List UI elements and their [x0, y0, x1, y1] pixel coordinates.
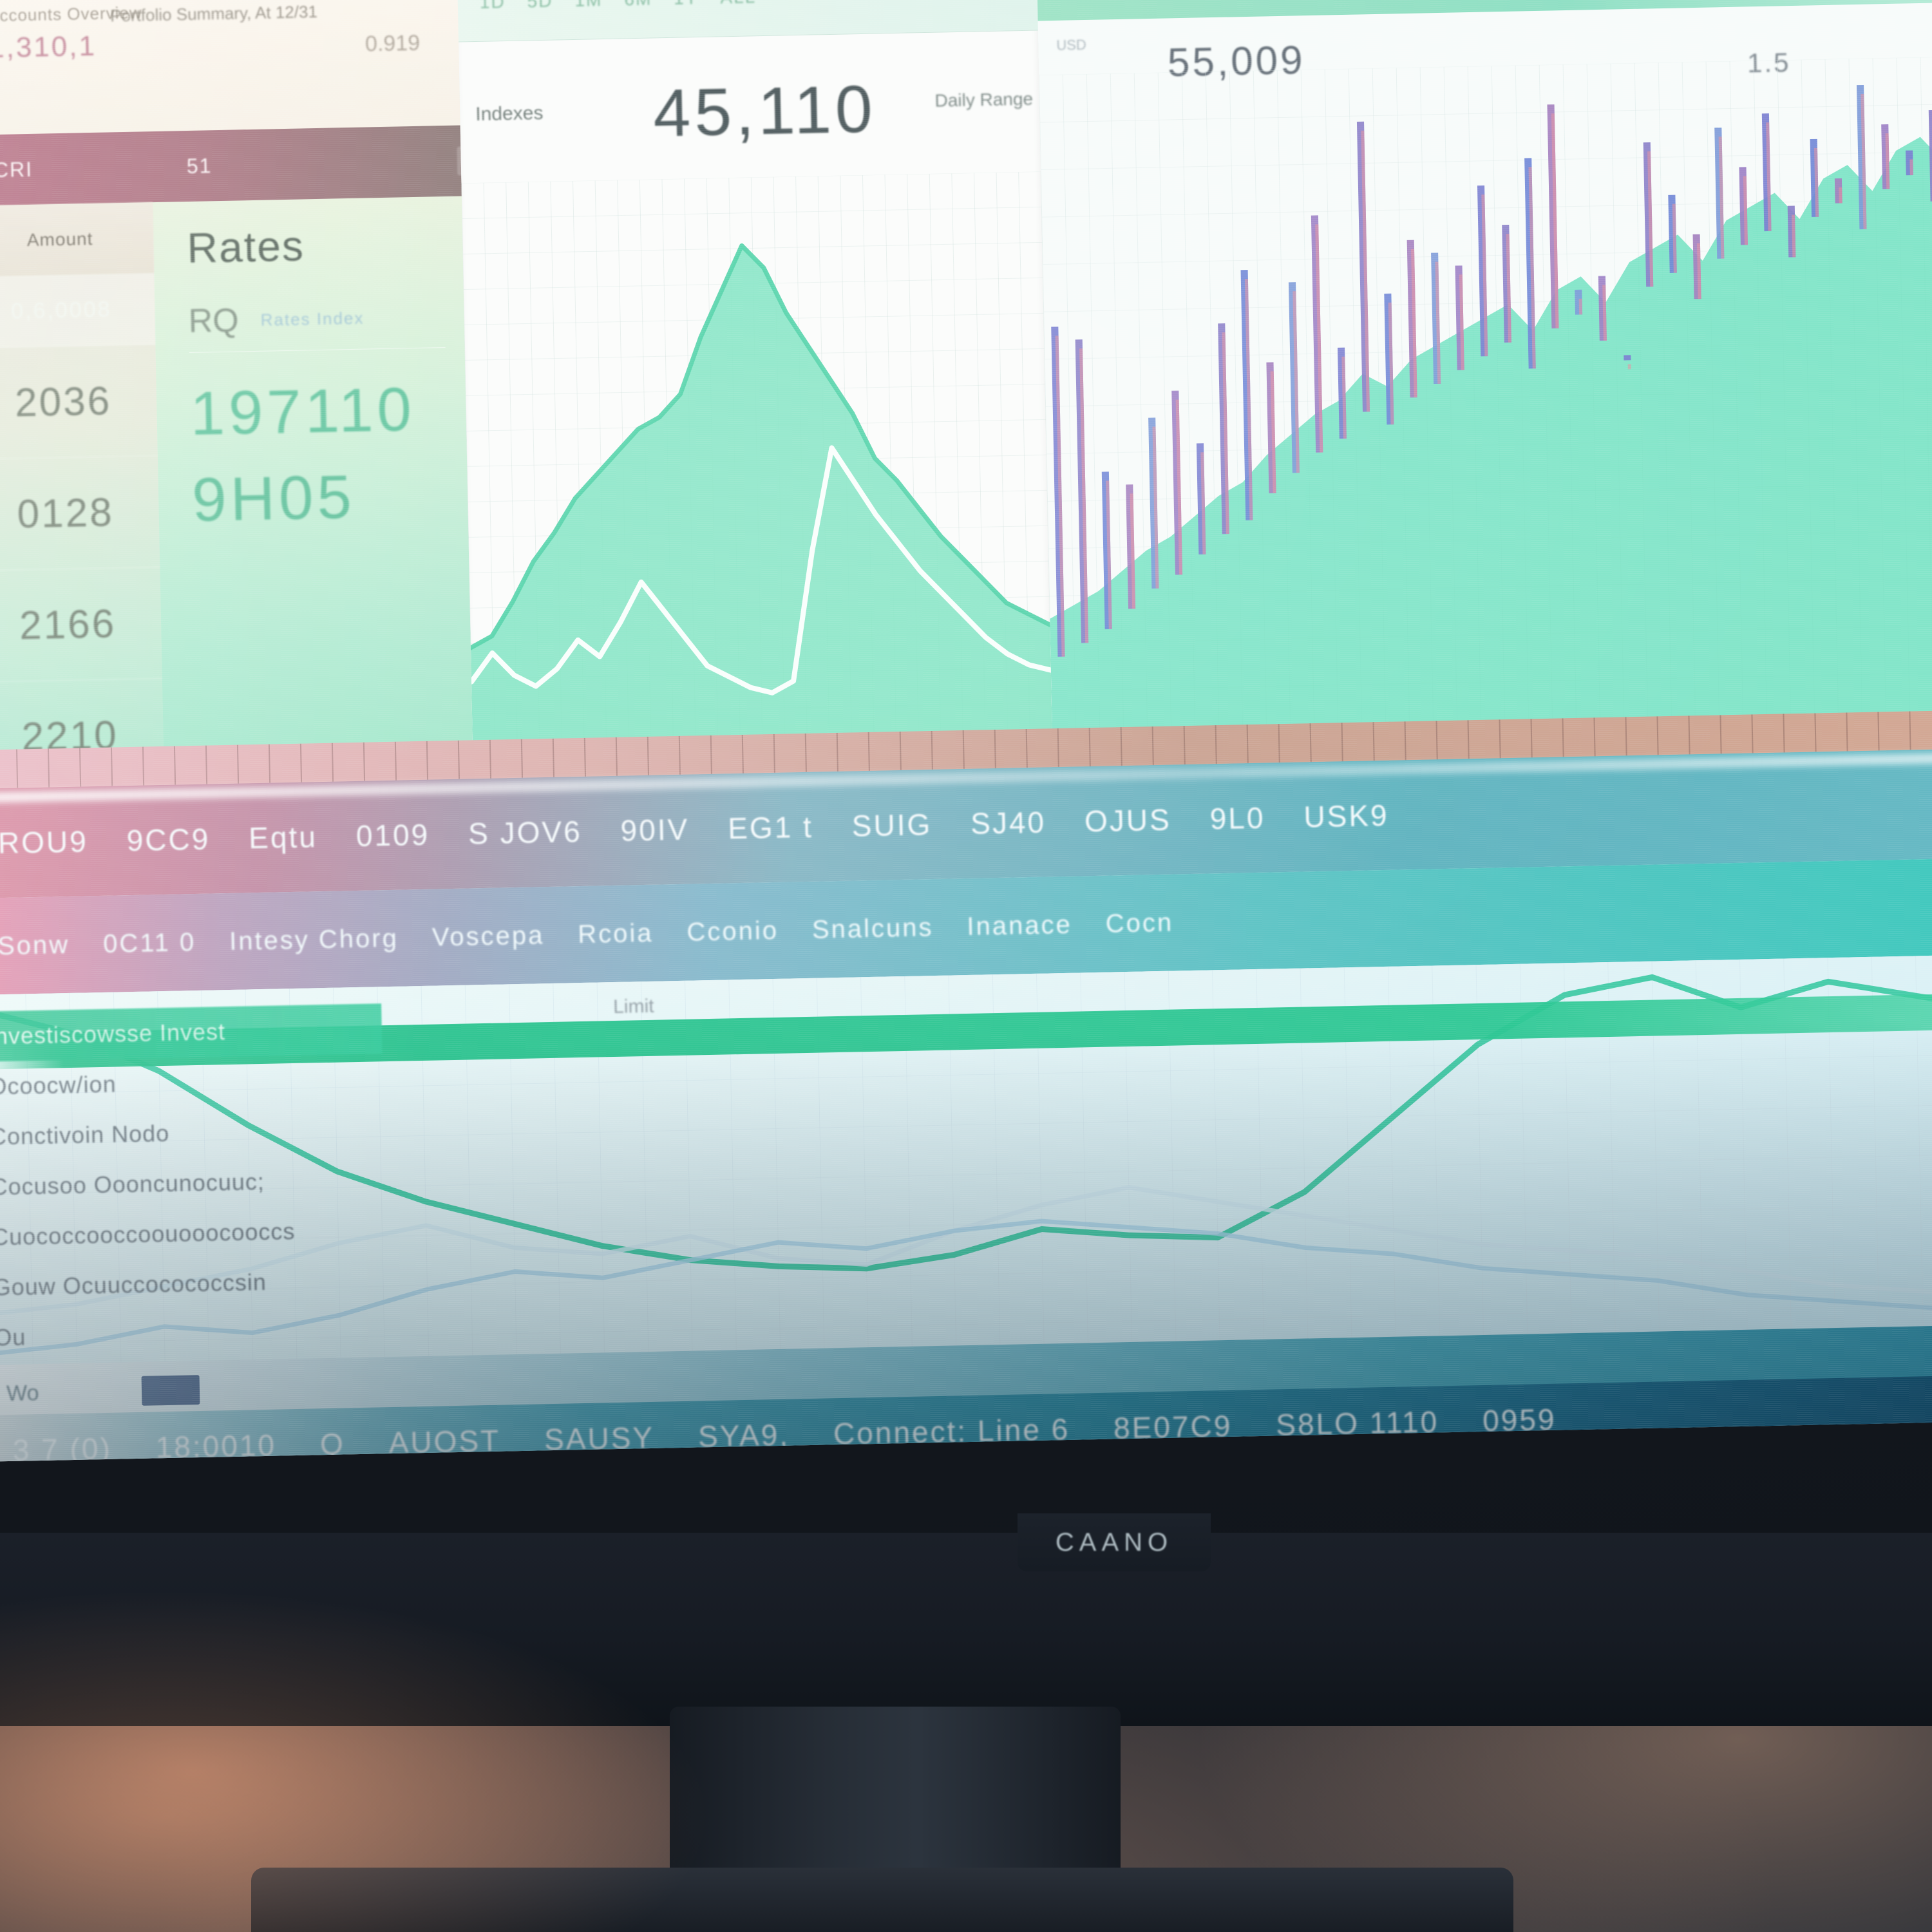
index-area-chart	[461, 171, 1052, 750]
tab-range[interactable]: 1Y	[674, 0, 699, 9]
subnav-item-9[interactable]: Cocn	[1088, 908, 1190, 939]
goal-bar-col2: 51	[186, 153, 213, 178]
list-item[interactable]: Ocoocw/ion	[0, 1054, 383, 1112]
subnav-item-2[interactable]: 0C11 0	[86, 927, 213, 959]
volume-tag: USD	[1056, 36, 1087, 53]
list-item[interactable]: Ou	[0, 1305, 388, 1363]
volume-bar-chart	[1039, 55, 1932, 739]
tab-range[interactable]: 6M	[624, 0, 652, 10]
index-metric-value: 45,110	[652, 71, 877, 151]
status-chip	[141, 1375, 200, 1406]
trend-comparison-panel: Investiscowsse Invest Ocoocw/ion Conctivoi…	[0, 954, 1932, 1394]
nav-item-9[interactable]: SJ40	[951, 804, 1066, 842]
nav-item-5[interactable]: S JOV6	[449, 813, 602, 851]
subnav-item-1[interactable]: Sonw	[0, 930, 87, 961]
dashboard-top-row: Accounts Overview Portfolio Summary, At …	[0, 0, 1932, 844]
subnav-item-6[interactable]: Cconio	[670, 916, 795, 947]
nav-item-4[interactable]: 0109	[336, 817, 449, 853]
trend-list[interactable]: Investiscowsse Invest Ocoocw/ion Conctivoi…	[0, 1003, 388, 1363]
range-tabs[interactable]: 1D 5D 1M 6M 1Y ALL	[457, 0, 1037, 14]
nav-item-2[interactable]: 9CC9	[107, 821, 230, 858]
nav-item-10[interactable]: OJUS	[1065, 802, 1191, 839]
list-item[interactable]: Gouw Ocuuccocococcsin	[0, 1255, 387, 1312]
brand-logo-text: CAANO	[1055, 1528, 1173, 1557]
nav-item-3[interactable]: Eqtu	[229, 819, 337, 856]
photo-scene: Accounts Overview Portfolio Summary, At …	[0, 0, 1932, 1932]
rates-heading: Rates	[186, 222, 305, 272]
header-item-vol[interactable]: Vol	[1050, 0, 1081, 1]
tab-range[interactable]: 5D	[527, 0, 553, 12]
index-performance-panel: 1D 5D 1M 6M 1Y ALL Indexes 45,110 Daily …	[457, 0, 1054, 808]
list-item[interactable]: Conctivoin Nodo	[0, 1104, 384, 1162]
table-row[interactable]: 0128	[0, 456, 160, 571]
accounts-header: Accounts Overview Portfolio Summary, At …	[0, 0, 460, 135]
tab-range[interactable]: 1D	[480, 0, 506, 13]
table-row[interactable]: 2036	[0, 345, 158, 460]
accounts-overview-panel: Accounts Overview Portfolio Summary, At …	[0, 0, 541, 844]
accounts-meta: Portfolio Summary, At 12/31	[109, 1, 318, 26]
nav-item-12[interactable]: USK9	[1284, 797, 1408, 835]
subnav-item-3[interactable]: Intesy Chorg	[213, 923, 416, 956]
index-metric-label-right: Daily Range	[934, 88, 1034, 111]
rates-key: RQ	[188, 301, 240, 341]
accounts-right-value: 0.919	[365, 30, 421, 57]
subnav-item-8[interactable]: Inanace	[950, 910, 1089, 942]
rates-key-row: RQ Rates Index	[188, 297, 446, 354]
amount-column-header: Amount	[0, 202, 155, 277]
list-item[interactable]: Investiscowsse Invest	[0, 1003, 383, 1062]
subnav-item-5[interactable]: Rcoia	[561, 918, 670, 949]
index-metrics: Indexes 45,110 Daily Range	[459, 30, 1041, 184]
chart-note: Limit	[612, 995, 654, 1018]
goal-bar-col1: CRI	[0, 157, 33, 182]
index-metric-label: Indexes	[475, 102, 544, 126]
tab-range[interactable]: 1M	[574, 0, 603, 11]
nav-item-6[interactable]: 90IV	[601, 811, 709, 848]
volume-panel-header[interactable]: Vol Chg Hi/Lo Mkt Cap	[1036, 0, 1932, 21]
table-row[interactable]: 0,6,0008	[0, 273, 156, 348]
table-row[interactable]: 2166	[0, 567, 162, 683]
nav-item-7[interactable]: EG1 t	[708, 809, 833, 846]
list-item[interactable]: Cocusoo Oooncunocuuc;	[0, 1154, 385, 1212]
volume-range-panel: Vol Chg Hi/Lo Mkt Cap USD 55,009 1.5	[1036, 0, 1932, 797]
monitor-chin	[0, 1533, 1932, 1726]
list-item[interactable]: Cuococcooccoouooocooccs	[0, 1204, 386, 1262]
rates-big-value-secondary: 9H05	[191, 462, 356, 535]
status-top-text: Wo	[6, 1380, 39, 1406]
rates-big-value: 197110	[189, 375, 416, 448]
rates-key-value: Rates Index	[260, 308, 365, 330]
nav-item-1[interactable]: ROU9	[0, 824, 108, 861]
monitor-stand-base	[251, 1868, 1513, 1932]
subnav-item-4[interactable]: Voscepa	[415, 920, 561, 952]
accounts-goal-bar[interactable]: CRI 51 GOAL	[0, 125, 541, 206]
monitor-screen: Accounts Overview Portfolio Summary, At …	[0, 0, 1932, 1462]
tab-range[interactable]: ALL	[720, 0, 756, 8]
nav-item-8[interactable]: SUIG	[832, 806, 952, 844]
subnav-item-7[interactable]: Snalcuns	[795, 913, 951, 945]
nav-item-11[interactable]: 9L0	[1190, 800, 1285, 837]
brand-logo: CAANO	[1018, 1513, 1211, 1571]
status-item-1[interactable]: 3 7 (0)	[0, 1430, 134, 1462]
